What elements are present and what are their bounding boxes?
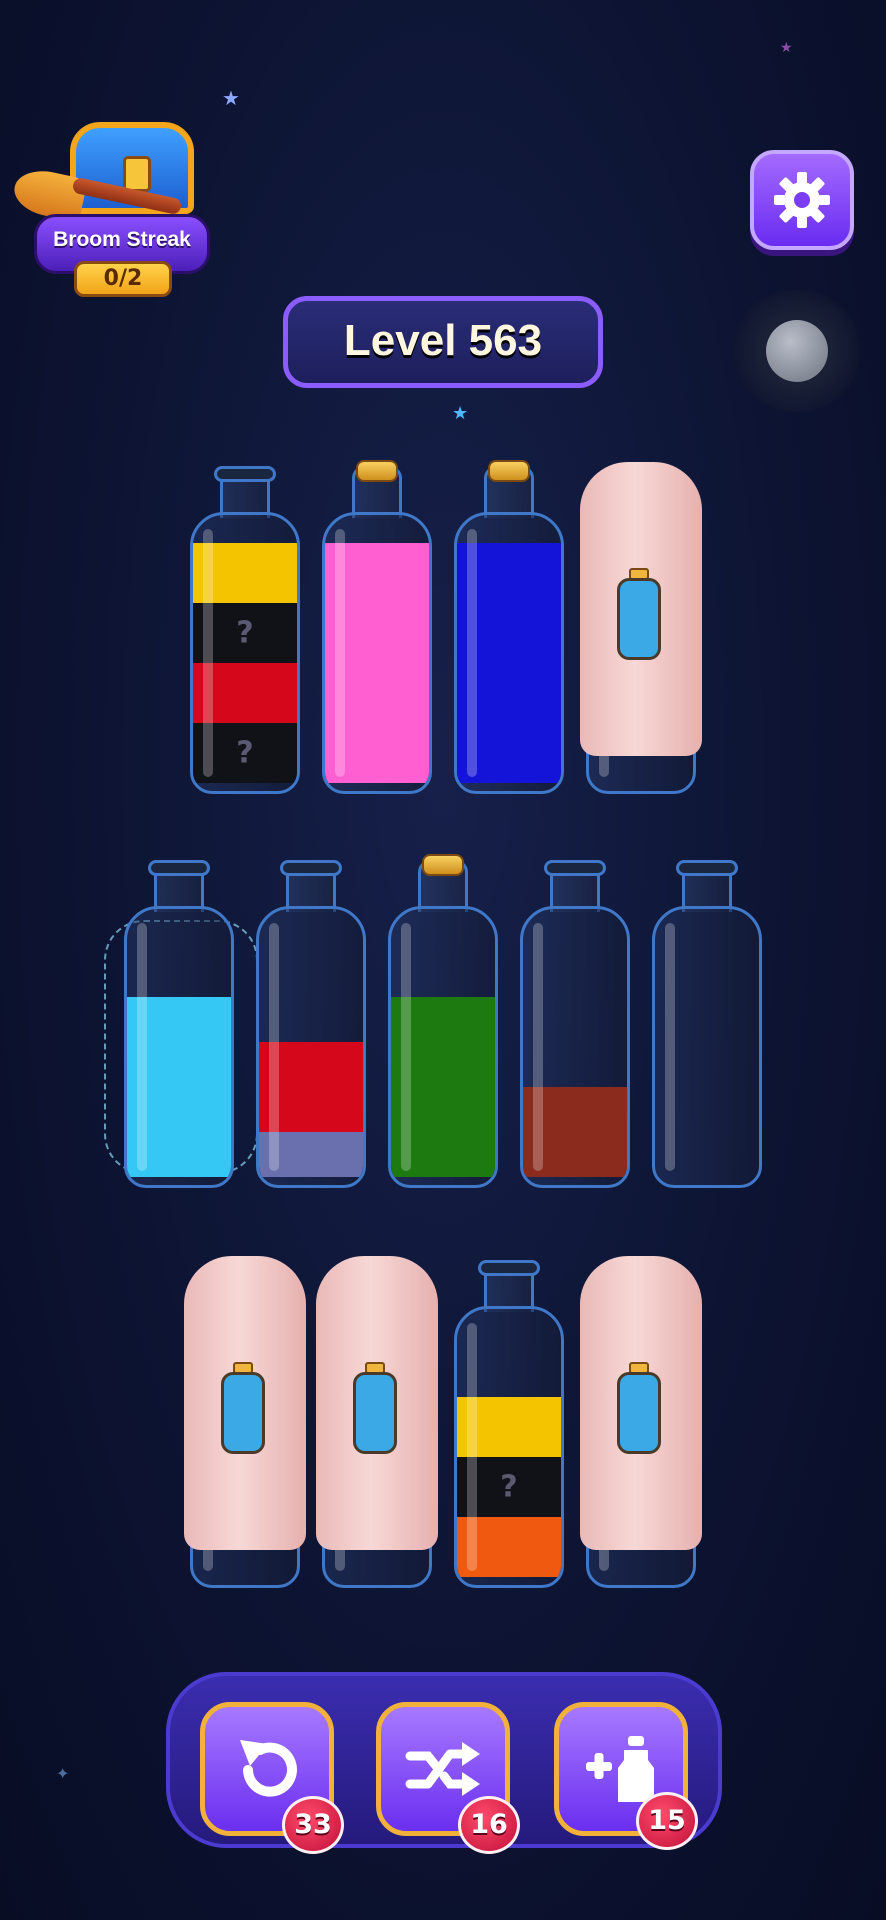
covered-bottle[interactable] (580, 1256, 702, 1592)
cork-icon (422, 854, 464, 876)
bottle-body (124, 906, 234, 1188)
broom-streak-label: Broom Streak (53, 228, 191, 251)
bottle-body: ? (454, 1306, 564, 1588)
glass-shine (533, 923, 543, 1171)
assistive-touch-button[interactable] (732, 290, 862, 412)
broom-streak-count: 0/2 (74, 261, 172, 297)
bottle[interactable]: ?? (190, 466, 300, 798)
cloth-cover (316, 1256, 438, 1550)
bottle-rim (676, 860, 738, 876)
bottle-rim (478, 1260, 540, 1276)
glass-shine (665, 923, 675, 1171)
cork-icon (356, 460, 398, 482)
bottle-rim (544, 860, 606, 876)
vial-body (617, 578, 661, 660)
bottle-rim (214, 466, 276, 482)
cloth-cover (580, 462, 702, 756)
undo-count-badge: 33 (282, 1796, 344, 1854)
glass-shine (269, 923, 279, 1171)
star-decoration: ★ (780, 40, 793, 56)
bottle-rim (280, 860, 342, 876)
bottle-icon (353, 1362, 397, 1454)
assistive-touch-dot (766, 320, 828, 382)
star-decoration: ✦ (56, 1764, 70, 1783)
shuffle-count-badge: 16 (458, 1796, 520, 1854)
bottle-body: ?? (190, 512, 300, 794)
broom-streak-widget[interactable]: Broom Streak 0/2 (10, 118, 212, 303)
glass-shine (401, 923, 411, 1171)
glass-shine (467, 1323, 477, 1571)
bottle-icon (617, 568, 661, 660)
bottle-rim (148, 860, 210, 876)
star-decoration: ★ (222, 86, 240, 110)
settings-button[interactable] (750, 150, 854, 250)
bottle-body (256, 906, 366, 1188)
cloth-cover (580, 1256, 702, 1550)
lock-icon (123, 156, 151, 192)
bottle-body (388, 906, 498, 1188)
vial-body (353, 1372, 397, 1454)
bottle[interactable] (520, 860, 630, 1192)
bottle[interactable] (256, 860, 366, 1192)
bottle-icon (617, 1362, 661, 1454)
bottle[interactable] (388, 854, 498, 1192)
covered-bottle[interactable] (184, 1256, 306, 1592)
glass-shine (203, 529, 213, 777)
bottle-body (652, 906, 762, 1188)
bottle[interactable]: ? (454, 1260, 564, 1592)
bottle[interactable] (104, 860, 258, 1192)
level-title: Level 563 (283, 296, 603, 388)
bottle-body (322, 512, 432, 794)
glass-shine (137, 923, 147, 1171)
covered-bottle[interactable] (580, 462, 702, 798)
bottle-body (454, 512, 564, 794)
bottle[interactable] (454, 460, 564, 798)
bottle-icon (221, 1362, 265, 1454)
covered-bottle[interactable] (316, 1256, 438, 1592)
glass-shine (335, 529, 345, 777)
bottle-body (520, 906, 630, 1188)
vial-body (617, 1372, 661, 1454)
add-bottle-count-badge: 15 (636, 1792, 698, 1850)
glass-shine (467, 529, 477, 777)
bottle[interactable] (652, 860, 762, 1192)
star-decoration: ★ (452, 403, 469, 424)
cloth-cover (184, 1256, 306, 1550)
vial-body (221, 1372, 265, 1454)
cork-icon (488, 460, 530, 482)
bottle[interactable] (322, 460, 432, 798)
gear-icon (774, 172, 830, 228)
